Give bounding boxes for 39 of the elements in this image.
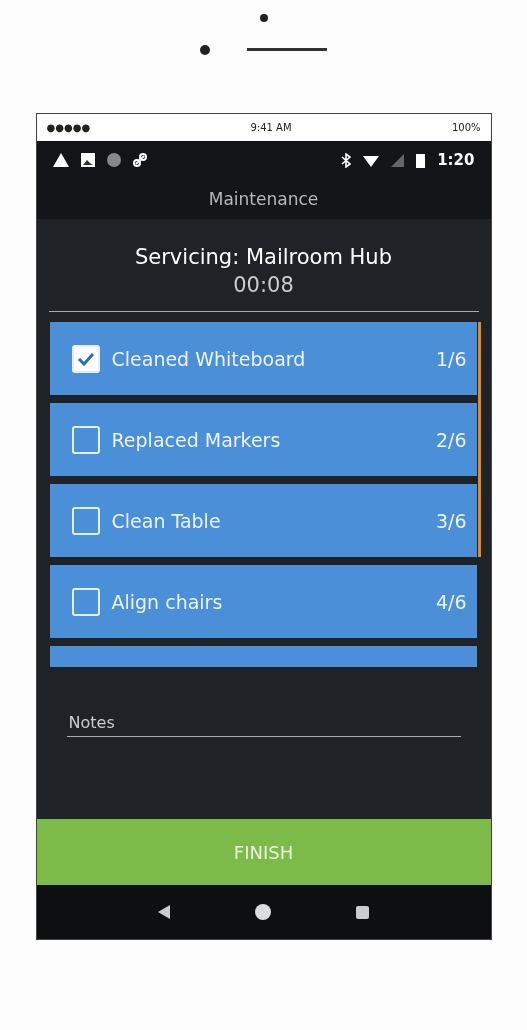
signal-dots: ●●●●● xyxy=(46,122,91,133)
task-label: Replaced Markers xyxy=(111,428,282,451)
check-icon xyxy=(76,351,95,366)
checkbox[interactable] xyxy=(71,344,100,373)
warning-icon xyxy=(52,153,69,167)
back-icon[interactable] xyxy=(158,905,171,919)
scrollbar[interactable] xyxy=(477,322,481,557)
task-row[interactable]: Align chairs 4/6 xyxy=(49,565,477,638)
task-row[interactable]: Replaced Markers 2/6 xyxy=(49,403,477,476)
task-label: Align chairs xyxy=(111,590,224,613)
checkbox[interactable] xyxy=(71,587,100,616)
notes-field[interactable]: Notes xyxy=(66,709,461,737)
task-label: Clean Table xyxy=(111,509,222,532)
checkbox[interactable] xyxy=(71,506,100,535)
timer: 00:08 xyxy=(233,273,294,297)
task-row[interactable]: Clean Table 3/6 xyxy=(49,484,477,557)
recents-icon[interactable] xyxy=(355,905,369,919)
image-icon xyxy=(80,153,95,167)
circle-icon xyxy=(106,153,121,167)
servicing-title: Servicing: Mailroom Hub xyxy=(135,245,392,269)
clock-time: 1:20 xyxy=(437,151,475,169)
app-title: Maintenance xyxy=(208,189,319,209)
camera-icon xyxy=(259,14,268,22)
status-time: 9:41 AM xyxy=(250,122,292,133)
task-row[interactable]: Cleaned Whiteboard 1/6 xyxy=(49,322,477,395)
task-count: 2/6 xyxy=(435,428,467,451)
battery-percent: 100% xyxy=(451,122,481,133)
task-count: 4/6 xyxy=(435,590,467,613)
task-count: 3/6 xyxy=(435,509,467,532)
task-count: 1/6 xyxy=(435,347,467,370)
bluetooth-icon xyxy=(341,152,352,168)
checkbox[interactable] xyxy=(71,425,100,454)
wifi-icon xyxy=(363,153,380,167)
home-icon[interactable] xyxy=(254,903,272,921)
battery-icon xyxy=(416,152,426,168)
link-icon xyxy=(132,153,147,167)
finish-button[interactable]: FINISH xyxy=(36,819,491,885)
signal-icon xyxy=(391,153,405,167)
task-label: Cleaned Whiteboard xyxy=(111,347,307,370)
